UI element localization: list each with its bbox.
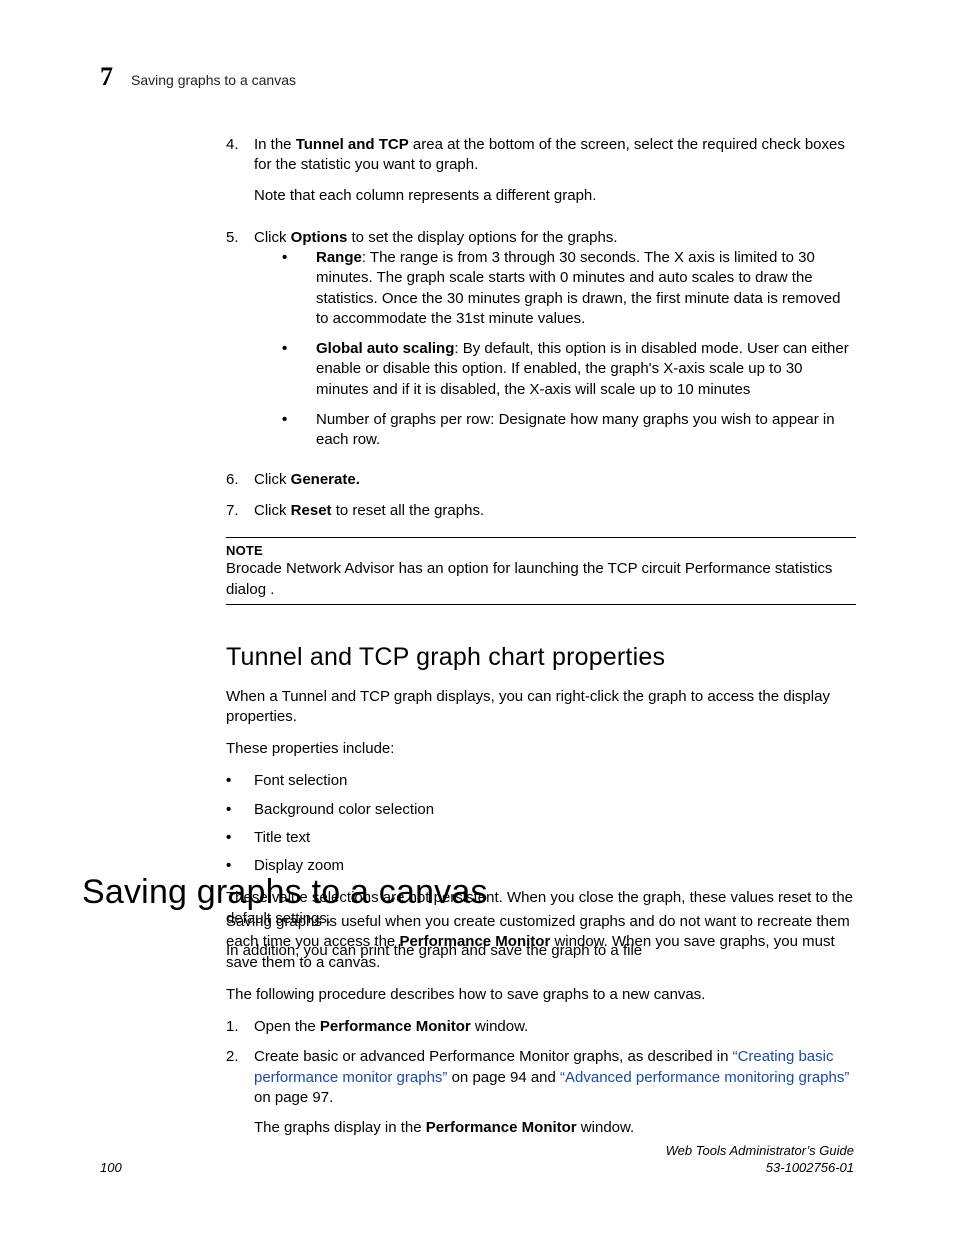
sub-bullets: • Range: The range is from 3 through 30 … [282,248,856,450]
bullet-text: Number of graphs per row: Designate how … [316,411,835,448]
doc-title: Web Tools Administrator’s Guide [666,1142,854,1160]
step-number: 6. [226,470,254,490]
text: The graphs display in the [254,1119,426,1136]
step-text: to set the display options for the graph… [347,229,617,246]
bold-phrase: Performance Monitor [399,933,550,950]
properties-list: •Font selection •Background color select… [226,771,856,876]
paragraph: The following procedure describes how to… [226,985,856,1005]
bullet-range: • Range: The range is from 3 through 30 … [282,248,856,329]
bullet-global-auto-scaling: • Global auto scaling: By default, this … [282,339,856,400]
step-number: 7. [226,501,254,521]
note-label: NOTE [226,542,856,560]
saving-body: Saving graphs is useful when you create … [226,912,856,1160]
bullet-graphs-per-row: • Number of graphs per row: Designate ho… [282,410,856,451]
text: window. [577,1119,635,1136]
step-text: on page 94 and [447,1069,560,1086]
list-item: •Title text [226,828,856,848]
step-text: window. [471,1018,529,1035]
bullet-lead: Range [316,249,362,266]
page-footer: 100 Web Tools Administrator’s Guide 53-1… [100,1142,854,1177]
page: 7 Saving graphs to a canvas 4. In the Tu… [0,0,954,1235]
bold-phrase: Performance Monitor [320,1018,471,1035]
list-text: Title text [254,828,856,848]
step-subtext: Note that each column represents a diffe… [254,186,856,206]
bold-phrase: Reset [291,502,332,519]
list-item: •Font selection [226,771,856,791]
step-4: 4. In the Tunnel and TCP area at the bot… [226,135,856,218]
bullet-icon: • [226,800,254,820]
step-6: 6. Click Generate. [226,470,856,490]
step-number: 1. [226,1017,254,1037]
main-body: 4. In the Tunnel and TCP area at the bot… [226,135,856,973]
bold-phrase: Generate. [291,471,360,488]
doc-number: 53-1002756-01 [666,1159,854,1177]
bullet-icon: • [282,339,316,400]
bold-phrase: Options [291,229,348,246]
step-subtext: The graphs display in the Performance Mo… [254,1118,856,1138]
note-rule-top [226,537,856,538]
step-text: to reset all the graphs. [332,502,485,519]
bullet-lead: Global auto scaling [316,340,454,357]
step-text: Create basic or advanced Performance Mon… [254,1048,733,1065]
list-text: Background color selection [254,800,856,820]
step-text: on page 97. [254,1089,333,1106]
running-head-text: Saving graphs to a canvas [131,71,296,90]
list-text: Font selection [254,771,856,791]
list-item: •Background color selection [226,800,856,820]
bold-phrase: Tunnel and TCP [296,136,409,153]
bullet-icon: • [226,771,254,791]
step-number: 4. [226,135,254,218]
bullet-text: : The range is from 3 through 30 seconds… [316,249,840,327]
step-number: 2. [226,1047,254,1150]
step-5: 5. Click Options to set the display opti… [226,228,856,461]
step-text: In the [254,136,296,153]
step-text: Open the [254,1018,320,1035]
step-text: Click [254,502,291,519]
bullet-icon: • [282,248,316,329]
note-rule-bottom [226,604,856,605]
step-text: Click [254,229,291,246]
paragraph: Saving graphs is useful when you create … [226,912,856,973]
paragraph: These properties include: [226,739,856,759]
bullet-icon: • [282,410,316,451]
link-advanced-graphs[interactable]: “Advanced performance monitoring graphs” [560,1069,849,1086]
step-7: 7. Click Reset to reset all the graphs. [226,501,856,521]
chapter-number: 7 [100,64,113,90]
bold-phrase: Performance Monitor [426,1119,577,1136]
step-1: 1. Open the Performance Monitor window. [226,1017,856,1037]
page-number: 100 [100,1159,122,1177]
step-text: Click [254,471,291,488]
step-2: 2. Create basic or advanced Performance … [226,1047,856,1150]
saving-steps: 1. Open the Performance Monitor window. … [226,1017,856,1150]
step-number: 5. [226,228,254,461]
paragraph: When a Tunnel and TCP graph displays, yo… [226,687,856,728]
running-header: 7 Saving graphs to a canvas [100,64,854,90]
ordered-steps-continued: 4. In the Tunnel and TCP area at the bot… [226,135,856,521]
note-text: Brocade Network Advisor has an option fo… [226,559,856,600]
bullet-icon: • [226,828,254,848]
heading-tunnel-tcp-properties: Tunnel and TCP graph chart properties [226,641,856,675]
heading-saving-graphs: Saving graphs to a canvas [82,870,488,916]
